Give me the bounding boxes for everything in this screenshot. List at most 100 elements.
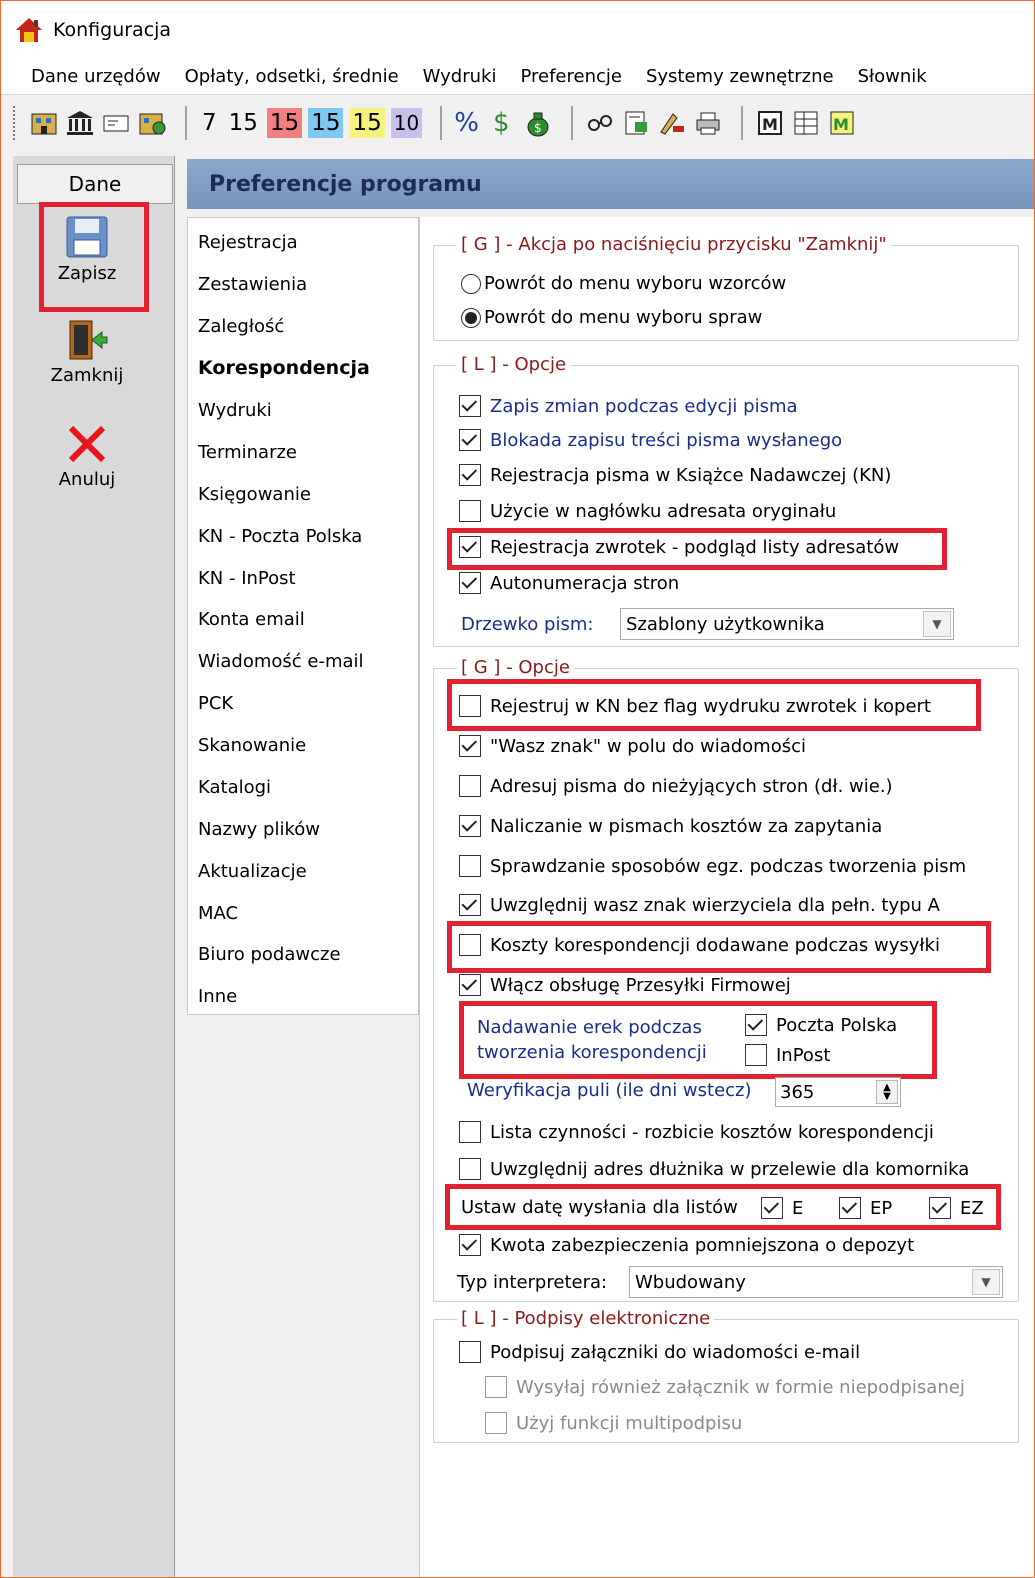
tab-biuro-podawcze[interactable]: Biuro podawcze (198, 944, 341, 965)
building-money-icon[interactable] (137, 108, 167, 138)
menu-dane-urzedow[interactable]: Dane urzędów (31, 66, 161, 87)
checkbox[interactable] (459, 464, 481, 486)
global-options-legend: [ G ] - Opcje (457, 657, 574, 678)
option-activity-costs[interactable]: Lista czynności - rozbicie kosztów kores… (459, 1121, 934, 1143)
option-block-sent[interactable]: Blokada zapisu treści pisma wysłanego (459, 429, 842, 451)
grid-table-icon[interactable] (791, 108, 821, 138)
checkbox[interactable] (459, 1234, 481, 1256)
menu-preferencje[interactable]: Preferencje (520, 66, 622, 87)
option-your-ref[interactable]: "Wasz znak" w polu do wiadomości (459, 735, 806, 757)
chevron-down-icon[interactable]: ▼ (972, 1269, 1000, 1295)
menu-oplaty[interactable]: Opłaty, odsetki, średnie (185, 66, 399, 87)
radio-templates[interactable] (461, 273, 481, 294)
checkbox[interactable] (459, 815, 481, 837)
tab-katalogi[interactable]: Katalogi (198, 777, 271, 798)
radio-cases-row[interactable]: Powrót do menu wyboru spraw (461, 307, 762, 328)
check-mark-icon (461, 1235, 478, 1251)
checkbox[interactable] (459, 1341, 481, 1363)
option-register-kn[interactable]: Rejestracja pisma w Książce Nadawczej (K… (459, 464, 891, 486)
tree-select[interactable]: Szablony użytkownika ▼ (620, 608, 954, 640)
checkbox[interactable] (459, 1158, 481, 1180)
checkbox[interactable] (459, 429, 481, 451)
tab-nazwy-plikow[interactable]: Nazwy plików (198, 819, 320, 840)
chevron-down-icon[interactable]: ▼ (923, 611, 951, 637)
tab-kn-inpost[interactable]: KN - InPost (198, 568, 296, 589)
option-save-changes[interactable]: Zapis zmian podczas edycji pisma (459, 395, 798, 417)
option-company-shipment[interactable]: Włącz obsługę Przesyłki Firmowej (459, 974, 791, 996)
court-building-icon[interactable] (65, 108, 95, 138)
tab-mac[interactable]: MAC (198, 903, 238, 924)
checkbox[interactable] (459, 855, 481, 877)
option-send-unsigned[interactable]: Wysyłaj również załącznik w formie niepo… (485, 1376, 965, 1398)
tab-zestawienia[interactable]: Zestawienia (198, 274, 307, 295)
document-stamp-icon[interactable] (621, 108, 651, 138)
checkbox[interactable] (459, 1121, 481, 1143)
dollar-button[interactable]: $ (493, 108, 510, 138)
checkbox[interactable] (459, 500, 481, 522)
tab-wiadomosc-email[interactable]: Wiadomość e-mail (198, 651, 364, 672)
pool-spinner[interactable]: 365 ▲ ▼ (775, 1077, 901, 1107)
office-building-icon[interactable] (29, 108, 59, 138)
tab-aktualizacje[interactable]: Aktualizacje (198, 861, 307, 882)
tree-select-value: Szablony użytkownika (626, 613, 825, 635)
tab-korespondencja[interactable]: Korespondencja (198, 357, 370, 379)
option-header-original[interactable]: Użycie w nagłówku adresata oryginału (459, 500, 836, 522)
tab-terminarze[interactable]: Terminarze (198, 442, 297, 463)
checkbox[interactable] (485, 1376, 507, 1398)
menu-wydruki[interactable]: Wydruki (423, 66, 497, 87)
option-check-methods[interactable]: Sprawdzanie sposobów egz. podczas tworze… (459, 855, 966, 877)
option-debtor-address[interactable]: Uwzględnij adres dłużnika w przelewie dl… (459, 1158, 969, 1180)
m-document-icon[interactable]: M (755, 108, 785, 138)
tab-konta-email[interactable]: Konta email (198, 609, 305, 630)
option-sign-attachments[interactable]: Podpisuj załączniki do wiadomości e-mail (459, 1341, 860, 1363)
radio-cases[interactable] (461, 307, 481, 328)
printer-icon[interactable] (693, 108, 723, 138)
check-mark-icon (461, 975, 478, 991)
checkbox[interactable] (459, 775, 481, 797)
checkbox[interactable] (459, 572, 481, 594)
tab-pck[interactable]: PCK (198, 693, 233, 714)
interest-15-red-button[interactable]: 15 (266, 108, 303, 138)
close-action-legend: [ G ] - Akcja po naciśnięciu przycisku "… (457, 234, 891, 255)
radio-templates-row[interactable]: Powrót do menu wyboru wzorców (461, 273, 786, 294)
tab-rejestracja[interactable]: Rejestracja (198, 232, 298, 253)
checkbox[interactable] (459, 974, 481, 996)
option-creditor-ref[interactable]: Uwzględnij wasz znak wierzyciela dla peł… (459, 894, 940, 916)
check-mark-icon (461, 430, 478, 446)
option-multisign[interactable]: Użyj funkcji multipodpisu (485, 1412, 742, 1434)
interest-10-button[interactable]: 10 (390, 108, 423, 138)
envelope-card-icon[interactable] (101, 108, 131, 138)
interpreter-select[interactable]: Wbudowany ▼ (629, 1266, 1003, 1298)
cancel-button[interactable]: Anuluj (25, 423, 149, 490)
tab-ksiegowanie[interactable]: Księgowanie (198, 484, 311, 505)
tab-wydruki[interactable]: Wydruki (198, 400, 272, 421)
tab-skanowanie[interactable]: Skanowanie (198, 735, 306, 756)
option-inquiry-costs[interactable]: Naliczanie w pismach kosztów za zapytani… (459, 815, 882, 837)
interest-7-button[interactable]: 7 (199, 108, 220, 138)
option-deceased[interactable]: Adresuj pisma do nieżyjących stron (dł. … (459, 775, 893, 797)
checkbox[interactable] (485, 1412, 507, 1434)
interest-15-blue-button[interactable]: 15 (308, 108, 344, 138)
money-bag-icon[interactable]: $ (523, 108, 553, 138)
tab-zaleglosc[interactable]: Zaległość (198, 316, 284, 337)
checkbox[interactable] (459, 894, 481, 916)
toolbar-grip[interactable] (13, 106, 17, 140)
pen-ruler-icon[interactable] (657, 108, 687, 138)
option-auto-numbering[interactable]: Autonumeracja stron (459, 572, 679, 594)
menu-systemy-zewnetrzne[interactable]: Systemy zewnętrzne (646, 66, 834, 87)
interest-15-button[interactable]: 15 (226, 108, 261, 138)
glasses-icon[interactable] (585, 108, 615, 138)
spinner-arrows-icon[interactable]: ▲ ▼ (876, 1080, 898, 1104)
interest-15-yellow-button[interactable]: 15 (349, 108, 385, 138)
option-deposit[interactable]: Kwota zabezpieczenia pomniejszona o depo… (459, 1234, 914, 1256)
tab-inne[interactable]: Inne (198, 986, 237, 1007)
checkbox[interactable] (459, 735, 481, 757)
close-button[interactable]: Zamknij (25, 319, 149, 386)
m-yellow-icon[interactable]: M (827, 108, 857, 138)
tab-kn-poczta-polska[interactable]: KN - Poczta Polska (198, 526, 362, 547)
checkbox[interactable] (459, 395, 481, 417)
menu-slownik[interactable]: Słownik (858, 66, 927, 87)
percent-button[interactable]: % (454, 108, 479, 138)
toolbar-separator (571, 106, 574, 140)
left-column-header: Dane (17, 164, 173, 204)
